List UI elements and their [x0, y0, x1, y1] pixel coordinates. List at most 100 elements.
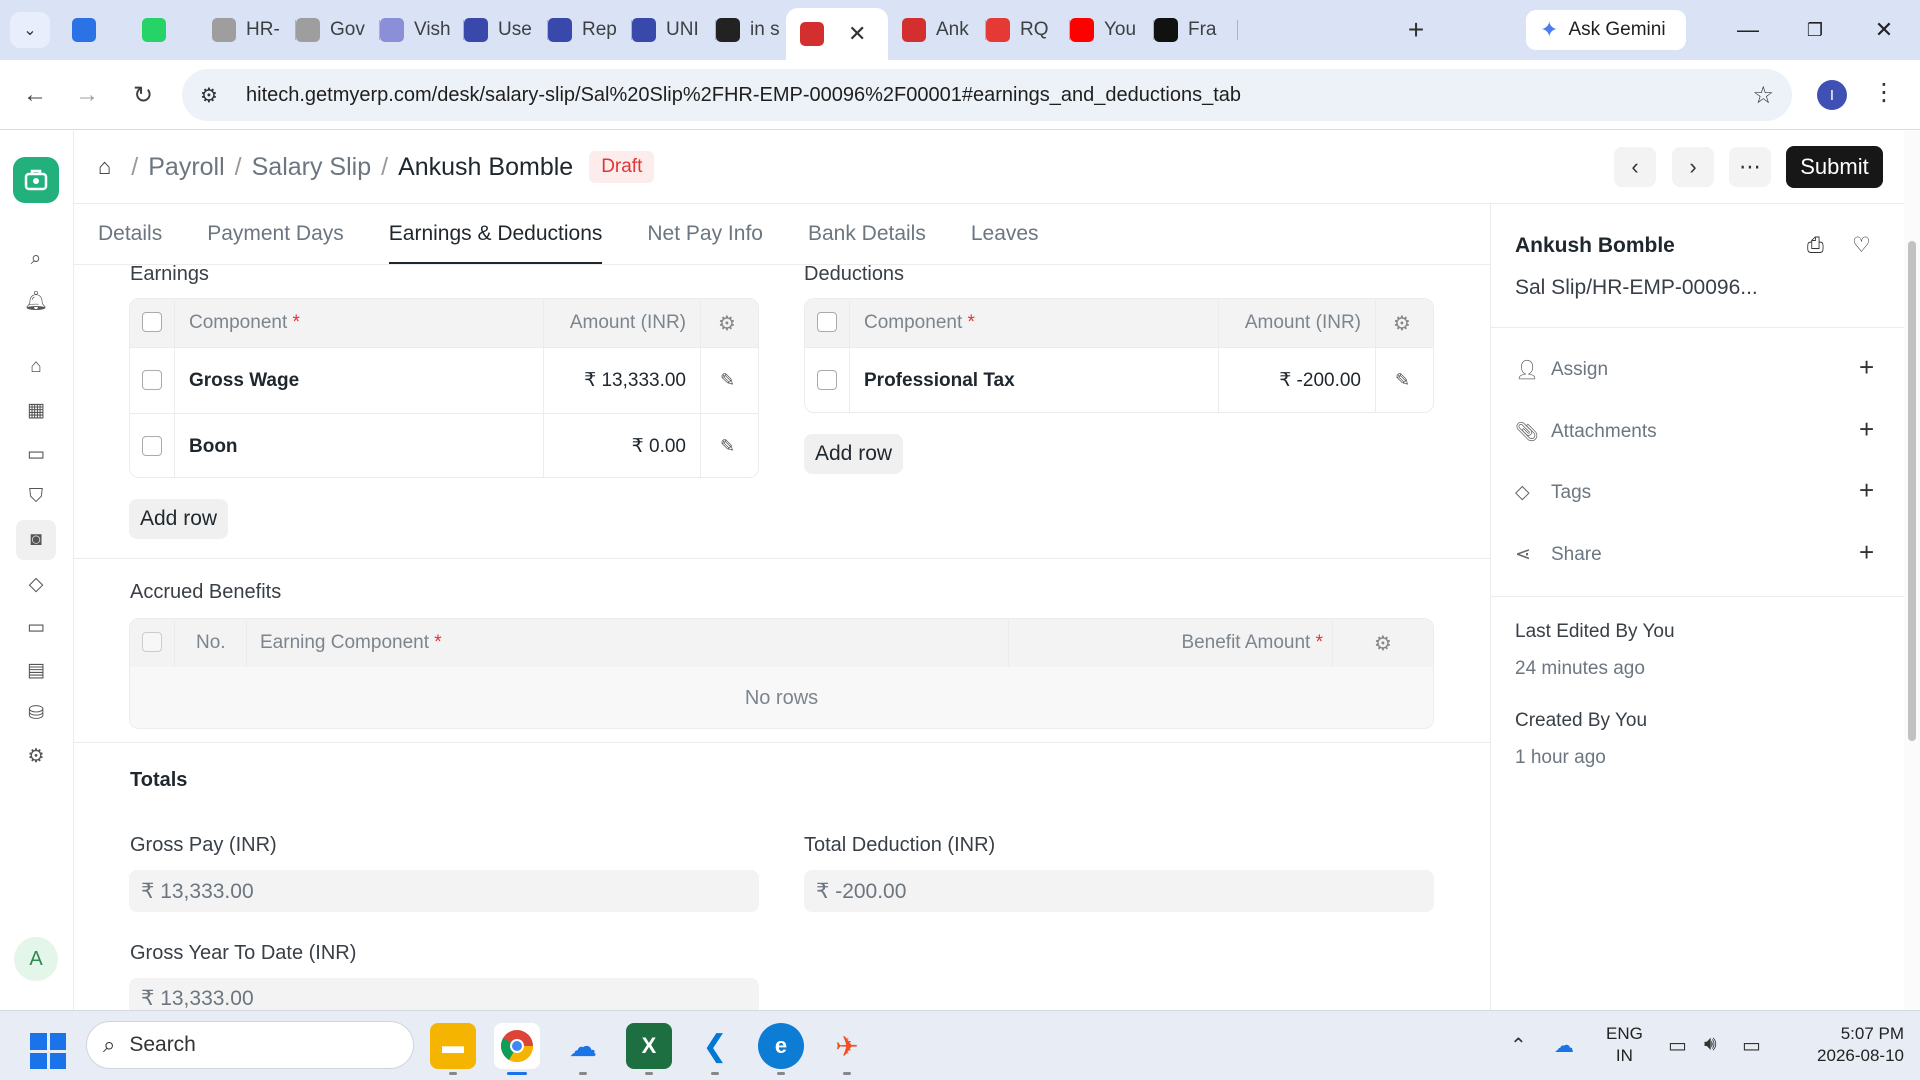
back-button[interactable]: ←: [16, 76, 54, 114]
edit-row-pencil-icon[interactable]: ✎: [720, 370, 735, 391]
sidebar-item-tags[interactable]: ◇ Tags: [1515, 481, 1591, 504]
chrome-icon[interactable]: [494, 1023, 540, 1075]
user-avatar[interactable]: A: [14, 937, 58, 981]
row-checkbox[interactable]: [142, 370, 162, 390]
row-checkbox[interactable]: [142, 436, 162, 456]
amount-cell[interactable]: ₹ 13,333.00: [584, 369, 686, 392]
apps-grid-icon[interactable]: ▦: [20, 394, 52, 426]
tag-icon[interactable]: ◇: [20, 568, 52, 600]
column-settings-gear-icon[interactable]: ⚙: [1374, 631, 1392, 656]
battery-icon[interactable]: ▭: [1742, 1033, 1761, 1058]
tab-leaves[interactable]: Leaves: [971, 210, 1039, 264]
payroll-icon[interactable]: ▭: [20, 438, 52, 470]
select-all-checkbox[interactable]: [817, 312, 837, 332]
tab-details[interactable]: Details: [98, 210, 162, 264]
bookmark-star-icon[interactable]: ☆: [1752, 81, 1774, 110]
doc-icon: [380, 18, 404, 42]
attachments-add-button[interactable]: +: [1859, 414, 1874, 445]
tab-payment-days[interactable]: Payment Days: [207, 210, 344, 264]
windows-start-icon[interactable]: [30, 1033, 66, 1069]
tab-bank-details[interactable]: Bank Details: [808, 210, 926, 264]
taskbar-search[interactable]: ⌕ Search: [86, 1021, 414, 1069]
table-row[interactable]: Professional Tax ₹ -200.00 ✎: [805, 347, 1433, 412]
system-clock[interactable]: 5:07 PM 2026-08-10: [1796, 1023, 1904, 1067]
submit-button[interactable]: Submit: [1786, 146, 1883, 188]
app-logo[interactable]: [13, 157, 59, 203]
edit-row-pencil-icon[interactable]: ✎: [1395, 370, 1410, 391]
select-all-checkbox[interactable]: [142, 632, 162, 652]
profile-avatar[interactable]: I: [1817, 80, 1847, 110]
excel-icon[interactable]: X: [626, 1023, 672, 1075]
more-actions-button[interactable]: ⋯: [1729, 147, 1771, 187]
network-icon[interactable]: ▭: [1668, 1033, 1687, 1058]
reload-button[interactable]: ↻: [124, 76, 162, 114]
gross-ytd-field: ₹ 13,333.00: [129, 978, 759, 1010]
gross-ytd-label: Gross Year To Date (INR): [130, 942, 357, 964]
deductions-add-row-button[interactable]: Add row: [804, 434, 904, 474]
breadcrumb-payroll[interactable]: Payroll: [148, 153, 224, 182]
minimize-button[interactable]: —: [1728, 12, 1768, 48]
edit-row-pencil-icon[interactable]: ✎: [720, 436, 735, 457]
postman-icon[interactable]: ✈: [824, 1023, 870, 1075]
amount-cell[interactable]: ₹ 0.00: [632, 435, 686, 458]
page-scrollbar[interactable]: [1904, 131, 1920, 1010]
component-cell[interactable]: Professional Tax: [864, 370, 1015, 392]
row-checkbox[interactable]: [817, 370, 837, 390]
amount-cell[interactable]: ₹ -200.00: [1279, 369, 1361, 392]
share-add-button[interactable]: +: [1859, 537, 1874, 568]
forward-button[interactable]: →: [68, 76, 106, 114]
search-icon[interactable]: ⌕: [20, 243, 52, 275]
earnings-add-row-button[interactable]: Add row: [129, 499, 229, 539]
tray-overflow-chevron-icon[interactable]: ⌃: [1510, 1033, 1527, 1058]
tab-net-pay-info[interactable]: Net Pay Info: [647, 210, 763, 264]
edge-icon[interactable]: e: [758, 1023, 804, 1075]
sidebar-item-share[interactable]: ⋖ Share: [1515, 543, 1602, 566]
print-icon[interactable]: ⎙: [1807, 234, 1824, 258]
salary-icon[interactable]: ◙: [16, 520, 56, 560]
new-tab-button[interactable]: +: [1398, 12, 1434, 48]
scrollbar-thumb[interactable]: [1908, 241, 1916, 741]
site-settings-icon[interactable]: ⚙: [200, 83, 230, 108]
volume-icon[interactable]: 🔊︎: [1704, 1033, 1717, 1056]
shield-icon[interactable]: ⛉: [20, 481, 52, 513]
table-row[interactable]: Gross Wage ₹ 13,333.00 ✎: [130, 347, 758, 413]
close-tab-icon[interactable]: ✕: [848, 21, 866, 47]
tax-icon[interactable]: ▭: [20, 611, 52, 643]
assign-add-button[interactable]: +: [1859, 352, 1874, 383]
language-indicator[interactable]: ENG IN: [1606, 1023, 1643, 1067]
briefcase-logo-icon: [24, 169, 48, 191]
browser-tab[interactable]: ✕: [786, 8, 888, 60]
url-text[interactable]: hitech.getmyerp.com/desk/salary-slip/Sal…: [246, 84, 1241, 107]
settings-gear-icon[interactable]: ⚙: [20, 740, 52, 772]
file-explorer-icon[interactable]: ▬: [430, 1023, 476, 1075]
restore-button[interactable]: ❐: [1795, 12, 1835, 48]
browser-tab[interactable]: Fra: [1140, 8, 1238, 52]
vscode-icon[interactable]: ❮: [692, 1023, 738, 1075]
onedrive-icon[interactable]: ☁: [1554, 1033, 1574, 1058]
ask-gemini-button[interactable]: ✦ Ask Gemini: [1526, 10, 1686, 50]
omnibox[interactable]: ⚙ hitech.getmyerp.com/desk/salary-slip/S…: [182, 69, 1792, 121]
home-icon[interactable]: ⌂: [98, 154, 111, 180]
like-heart-icon[interactable]: ♡: [1852, 233, 1871, 258]
component-cell[interactable]: Boon: [189, 436, 238, 458]
column-settings-gear-icon[interactable]: ⚙: [1393, 311, 1411, 336]
home-icon[interactable]: ⌂: [20, 351, 52, 383]
cloud-app-icon[interactable]: ☁: [560, 1023, 606, 1075]
tags-add-button[interactable]: +: [1859, 475, 1874, 506]
table-row[interactable]: Boon ₹ 0.00 ✎: [130, 413, 758, 477]
clipboard-icon[interactable]: ▤: [20, 654, 52, 686]
sidebar-item-assign[interactable]: 👤︎ Assign: [1515, 358, 1608, 382]
tab-search-button[interactable]: ⌄: [10, 12, 50, 48]
browser-menu-icon[interactable]: ⋮: [1872, 78, 1896, 107]
close-window-button[interactable]: ✕: [1864, 12, 1904, 48]
notification-bell-icon[interactable]: 🔔︎: [20, 285, 52, 317]
next-doc-button[interactable]: ›: [1672, 147, 1714, 187]
breadcrumb-salary-slip[interactable]: Salary Slip: [252, 153, 372, 182]
tab-earnings-deductions[interactable]: Earnings & Deductions: [388, 210, 603, 264]
component-cell[interactable]: Gross Wage: [189, 370, 299, 392]
previous-doc-button[interactable]: ‹: [1614, 147, 1656, 187]
select-all-checkbox[interactable]: [142, 312, 162, 332]
database-icon[interactable]: ⛁: [20, 697, 52, 729]
sidebar-item-attachments[interactable]: 📎︎ Attachments: [1515, 420, 1657, 444]
column-settings-gear-icon[interactable]: ⚙: [718, 311, 736, 336]
